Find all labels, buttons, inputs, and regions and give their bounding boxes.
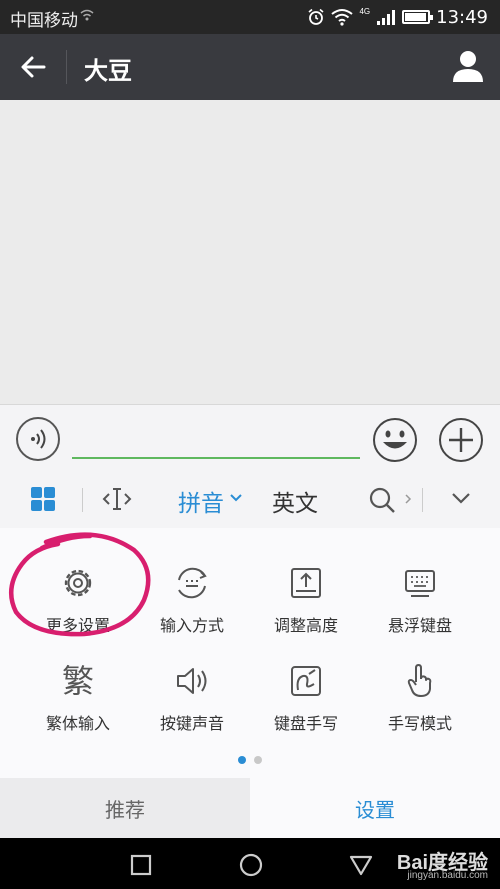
floating-keyboard-icon	[405, 570, 435, 597]
tab-settings[interactable]: 设置	[250, 778, 500, 838]
chevron-right-icon	[405, 494, 412, 504]
page-dot-active	[238, 756, 246, 764]
adjust-height-item[interactable]: 调整高度	[246, 564, 366, 644]
key-sound-item[interactable]: 按键声音	[132, 662, 252, 742]
voice-icon	[31, 429, 46, 449]
message-list[interactable]	[0, 100, 500, 404]
battery-fill	[405, 13, 426, 21]
alarm-icon	[308, 8, 324, 25]
arrow-left-icon[interactable]	[14, 48, 54, 86]
chevron-down-icon	[230, 494, 242, 502]
status-bar: 中国移动 4G 13:49	[0, 0, 500, 34]
settings-panel: 更多设置 输入方式 调整高度 悬浮键盘 繁 繁体输入 按键声音 键盘手写 手写模…	[0, 528, 500, 778]
voice-button[interactable]	[16, 417, 60, 461]
plus-icon[interactable]	[438, 417, 484, 463]
tab-recommend[interactable]: 推荐	[0, 778, 250, 838]
person-icon[interactable]	[450, 48, 486, 84]
pinyin-mode-button[interactable]: 拼音	[178, 484, 224, 518]
grid-item-label: 按键声音	[159, 714, 224, 733]
header-divider	[66, 50, 67, 84]
input-bar	[0, 404, 500, 470]
grid-item-label: 悬浮键盘	[387, 616, 452, 635]
grid-item-label: 手写模式	[387, 714, 452, 733]
keyboard-mode-icon	[178, 567, 207, 599]
floating-keyboard-item[interactable]: 悬浮键盘	[360, 564, 480, 644]
toolbar-divider	[82, 488, 83, 512]
input-method-item[interactable]: 输入方式	[132, 564, 252, 644]
system-nav-bar: Bai度经验 jingyan.baidu.com	[0, 838, 500, 889]
chat-header: 大豆	[0, 34, 500, 100]
english-mode-button[interactable]: 英文	[272, 484, 318, 518]
page-dot	[254, 756, 262, 764]
gear-icon	[64, 569, 92, 597]
traditional-char-icon: 繁	[61, 662, 94, 700]
search-icon[interactable]	[368, 486, 396, 514]
network-badge: 4G	[359, 6, 371, 16]
smiley-icon[interactable]	[372, 417, 418, 463]
panel-tabs: 推荐 设置	[0, 778, 500, 838]
adjust-height-icon	[291, 568, 321, 598]
watermark-url: jingyan.baidu.com	[407, 870, 488, 881]
handwrite-mode-item[interactable]: 手写模式	[360, 662, 480, 742]
hand-icon	[407, 664, 432, 697]
clock: 13:49	[436, 6, 488, 28]
app-grid-icon[interactable]	[30, 486, 56, 512]
cursor-move-icon[interactable]	[102, 484, 132, 514]
keyboard-handwrite-icon	[291, 666, 321, 696]
wifi-icon	[331, 9, 354, 26]
grid-item-label: 调整高度	[273, 616, 338, 635]
signal-icon	[377, 10, 396, 25]
carrier-label: 中国移动	[10, 11, 78, 31]
home-icon[interactable]	[238, 852, 264, 878]
message-input[interactable]	[72, 423, 360, 459]
grid-item-label: 更多设置	[45, 616, 110, 635]
wifi-small-icon	[80, 9, 94, 21]
more-settings-item[interactable]: 更多设置	[18, 564, 138, 644]
grid-item-label: 键盘手写	[273, 714, 338, 733]
collapse-keyboard-icon[interactable]	[450, 490, 472, 506]
keyboard-handwrite-item[interactable]: 键盘手写	[246, 662, 366, 742]
battery-icon	[402, 10, 434, 24]
toolbar-divider	[422, 488, 423, 512]
chat-title: 大豆	[84, 57, 132, 85]
keyboard-toolbar: 拼音 英文	[0, 470, 500, 528]
grid-item-label: 输入方式	[159, 616, 224, 635]
page-indicator	[238, 756, 262, 764]
back-triangle-icon[interactable]	[348, 852, 374, 878]
recent-apps-icon[interactable]	[128, 852, 154, 878]
traditional-input-item[interactable]: 繁 繁体输入	[18, 662, 138, 742]
speaker-icon	[177, 668, 207, 694]
grid-item-label: 繁体输入	[45, 714, 110, 733]
